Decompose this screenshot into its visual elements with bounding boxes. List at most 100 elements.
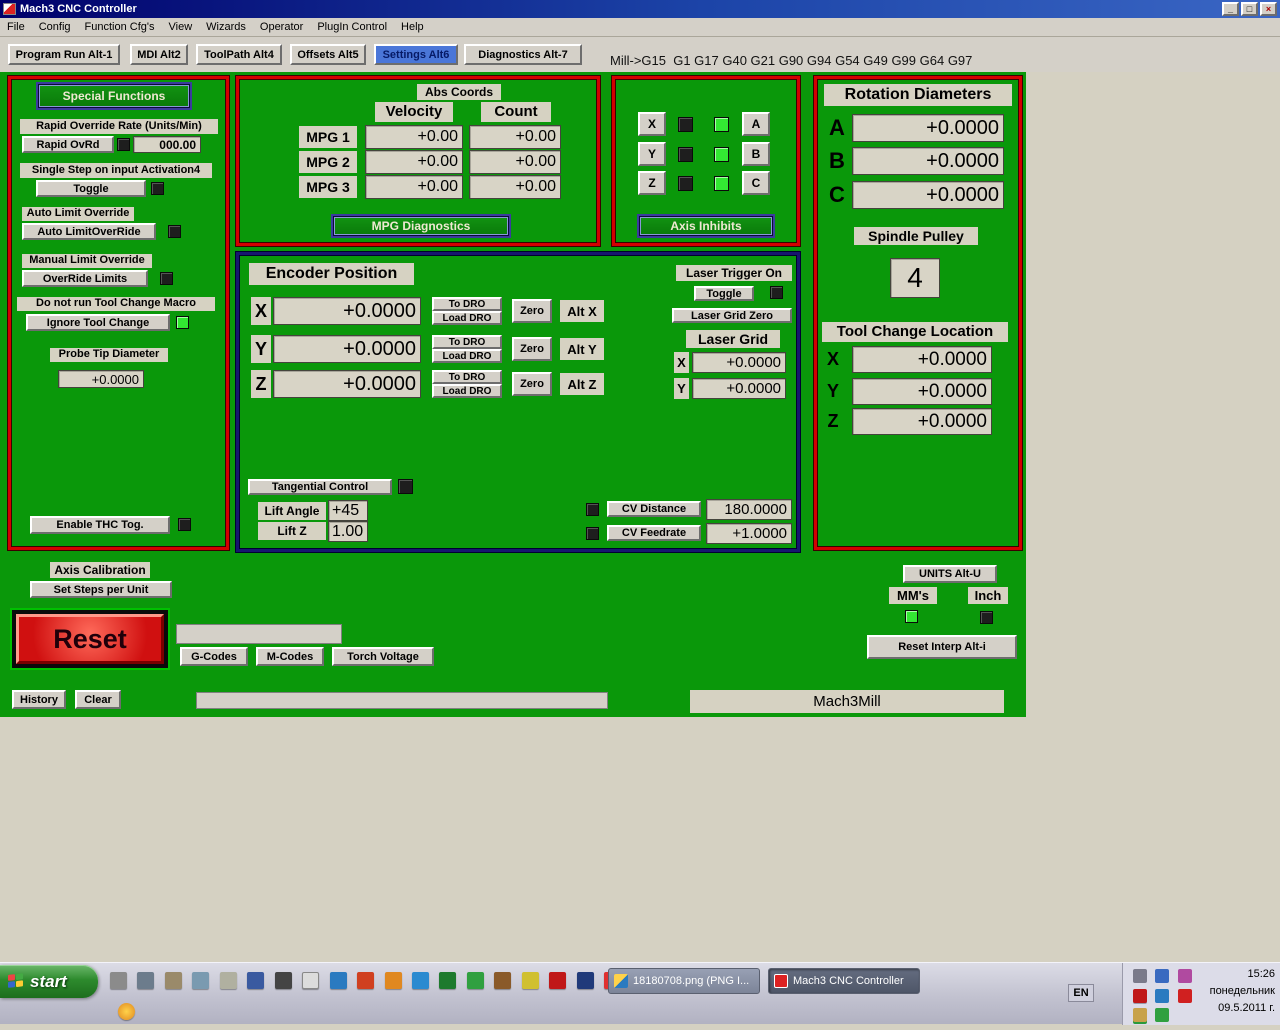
tab-settings[interactable]: Settings Alt6: [374, 44, 458, 65]
ignore-tool-change-button[interactable]: Ignore Tool Change: [26, 314, 170, 331]
gcodes-button[interactable]: G-Codes: [180, 647, 248, 666]
lift-z-dro[interactable]: 1.00: [328, 521, 368, 542]
rapid-ovrd-dro[interactable]: 000.00: [133, 136, 201, 153]
laser-grid-zero-button[interactable]: Laser Grid Zero: [672, 308, 792, 323]
tray-icon[interactable]: [1155, 1008, 1169, 1022]
inhibit-b-button[interactable]: B: [742, 142, 770, 166]
special-functions-button[interactable]: Special Functions: [38, 84, 190, 108]
quick-launch-icon[interactable]: [165, 972, 182, 989]
language-indicator[interactable]: EN: [1068, 984, 1094, 1002]
encoder-y-load-dro-button[interactable]: Load DRO: [432, 349, 502, 363]
start-button[interactable]: start: [0, 965, 98, 998]
clear-button[interactable]: Clear: [75, 690, 121, 709]
tab-offsets[interactable]: Offsets Alt5: [290, 44, 366, 65]
quick-launch-icon[interactable]: [385, 972, 402, 989]
rotation-c-dro[interactable]: +0.0000: [852, 181, 1004, 209]
mpg2-count-dro[interactable]: +0.00: [469, 150, 561, 174]
tray-icon[interactable]: [1178, 969, 1192, 983]
inhibit-a-button[interactable]: A: [742, 112, 770, 136]
quick-launch-icon[interactable]: [110, 972, 127, 989]
tangential-control-button[interactable]: Tangential Control: [248, 479, 392, 495]
tab-toolpath[interactable]: ToolPath Alt4: [196, 44, 282, 65]
encoder-y-zero-button[interactable]: Zero: [512, 337, 552, 361]
encoder-x-dro[interactable]: +0.0000: [273, 297, 421, 325]
quick-launch-icon[interactable]: [522, 972, 539, 989]
quick-launch-icon[interactable]: [247, 972, 264, 989]
mpg1-count-dro[interactable]: +0.00: [469, 125, 561, 149]
enable-thc-button[interactable]: Enable THC Tog.: [30, 516, 170, 534]
quick-launch-icon[interactable]: [577, 972, 594, 989]
set-steps-per-unit-button[interactable]: Set Steps per Unit: [30, 581, 172, 598]
tray-icon[interactable]: [1133, 989, 1147, 1003]
auto-limit-override-button[interactable]: Auto LimitOverRide: [22, 223, 156, 240]
quick-launch-icon[interactable]: [549, 972, 566, 989]
cv-feedrate-dro[interactable]: +1.0000: [706, 523, 792, 544]
close-button[interactable]: ×: [1260, 2, 1277, 16]
laser-grid-y-dro[interactable]: +0.0000: [692, 378, 786, 399]
menu-item-operator[interactable]: Operator: [253, 19, 310, 35]
reset-interp-button[interactable]: Reset Interp Alt-i: [867, 635, 1017, 659]
mpg1-velocity-dro[interactable]: +0.00: [365, 125, 463, 149]
menu-item-config[interactable]: Config: [32, 19, 78, 35]
lift-angle-dro[interactable]: +45: [328, 500, 368, 521]
status-field[interactable]: [176, 624, 342, 644]
inhibit-y-button[interactable]: Y: [638, 142, 666, 166]
tab-program-run[interactable]: Program Run Alt-1: [8, 44, 120, 65]
axis-inhibits-button[interactable]: Axis Inhibits: [639, 216, 773, 236]
quick-launch-icon[interactable]: [118, 1003, 135, 1020]
tray-icon[interactable]: [1133, 1008, 1147, 1022]
encoder-z-zero-button[interactable]: Zero: [512, 372, 552, 396]
menu-item-wizards[interactable]: Wizards: [199, 19, 253, 35]
cv-feedrate-button[interactable]: CV Feedrate: [607, 525, 701, 541]
rotation-b-dro[interactable]: +0.0000: [852, 147, 1004, 175]
inhibit-x-button[interactable]: X: [638, 112, 666, 136]
tray-icon[interactable]: [1178, 989, 1192, 1003]
menu-item-function-cfgs[interactable]: Function Cfg's: [78, 19, 162, 35]
encoder-x-load-dro-button[interactable]: Load DRO: [432, 311, 502, 325]
quick-launch-icon[interactable]: [494, 972, 511, 989]
quick-launch-icon[interactable]: [412, 972, 429, 989]
task-button-mach3[interactable]: Mach3 CNC Controller: [768, 968, 920, 994]
torch-voltage-button[interactable]: Torch Voltage: [332, 647, 434, 666]
encoder-z-to-dro-button[interactable]: To DRO: [432, 370, 502, 384]
encoder-x-zero-button[interactable]: Zero: [512, 299, 552, 323]
encoder-z-dro[interactable]: +0.0000: [273, 370, 421, 398]
rotation-a-dro[interactable]: +0.0000: [852, 114, 1004, 142]
mpg-diagnostics-button[interactable]: MPG Diagnostics: [333, 216, 509, 236]
maximize-button[interactable]: □: [1241, 2, 1258, 16]
quick-launch-icon[interactable]: [439, 972, 456, 989]
encoder-z-load-dro-button[interactable]: Load DRO: [432, 384, 502, 398]
encoder-y-to-dro-button[interactable]: To DRO: [432, 335, 502, 349]
tray-icon[interactable]: [1133, 969, 1147, 983]
cv-distance-button[interactable]: CV Distance: [607, 501, 701, 517]
tool-change-y-dro[interactable]: +0.0000: [852, 378, 992, 405]
minimize-button[interactable]: _: [1222, 2, 1239, 16]
menu-item-file[interactable]: File: [0, 19, 32, 35]
laser-grid-x-dro[interactable]: +0.0000: [692, 352, 786, 373]
quick-launch-icon[interactable]: [302, 972, 319, 989]
units-button[interactable]: UNITS Alt-U: [903, 565, 997, 583]
encoder-x-to-dro-button[interactable]: To DRO: [432, 297, 502, 311]
quick-launch-icon[interactable]: [137, 972, 154, 989]
tool-change-z-dro[interactable]: +0.0000: [852, 408, 992, 435]
probe-tip-diameter-dro[interactable]: +0.0000: [58, 370, 144, 388]
quick-launch-icon[interactable]: [357, 972, 374, 989]
tab-diagnostics[interactable]: Diagnostics Alt-7: [464, 44, 582, 65]
quick-launch-icon[interactable]: [275, 972, 292, 989]
tray-icon[interactable]: [1155, 969, 1169, 983]
menu-item-plugin-control[interactable]: PlugIn Control: [310, 19, 394, 35]
rapid-ovrd-button[interactable]: Rapid OvRd: [22, 136, 114, 153]
mcodes-button[interactable]: M-Codes: [256, 647, 324, 666]
inhibit-z-button[interactable]: Z: [638, 171, 666, 195]
menu-item-view[interactable]: View: [162, 19, 200, 35]
tray-icon[interactable]: [1155, 989, 1169, 1003]
cv-distance-dro[interactable]: 180.0000: [706, 499, 792, 520]
mpg3-velocity-dro[interactable]: +0.00: [365, 175, 463, 199]
spindle-pulley-dro[interactable]: 4: [890, 258, 940, 298]
override-limits-button[interactable]: OverRide Limits: [22, 270, 148, 287]
quick-launch-icon[interactable]: [330, 972, 347, 989]
encoder-y-dro[interactable]: +0.0000: [273, 335, 421, 363]
single-step-toggle-button[interactable]: Toggle: [36, 180, 146, 197]
quick-launch-icon[interactable]: [192, 972, 209, 989]
tab-mdi[interactable]: MDI Alt2: [130, 44, 188, 65]
